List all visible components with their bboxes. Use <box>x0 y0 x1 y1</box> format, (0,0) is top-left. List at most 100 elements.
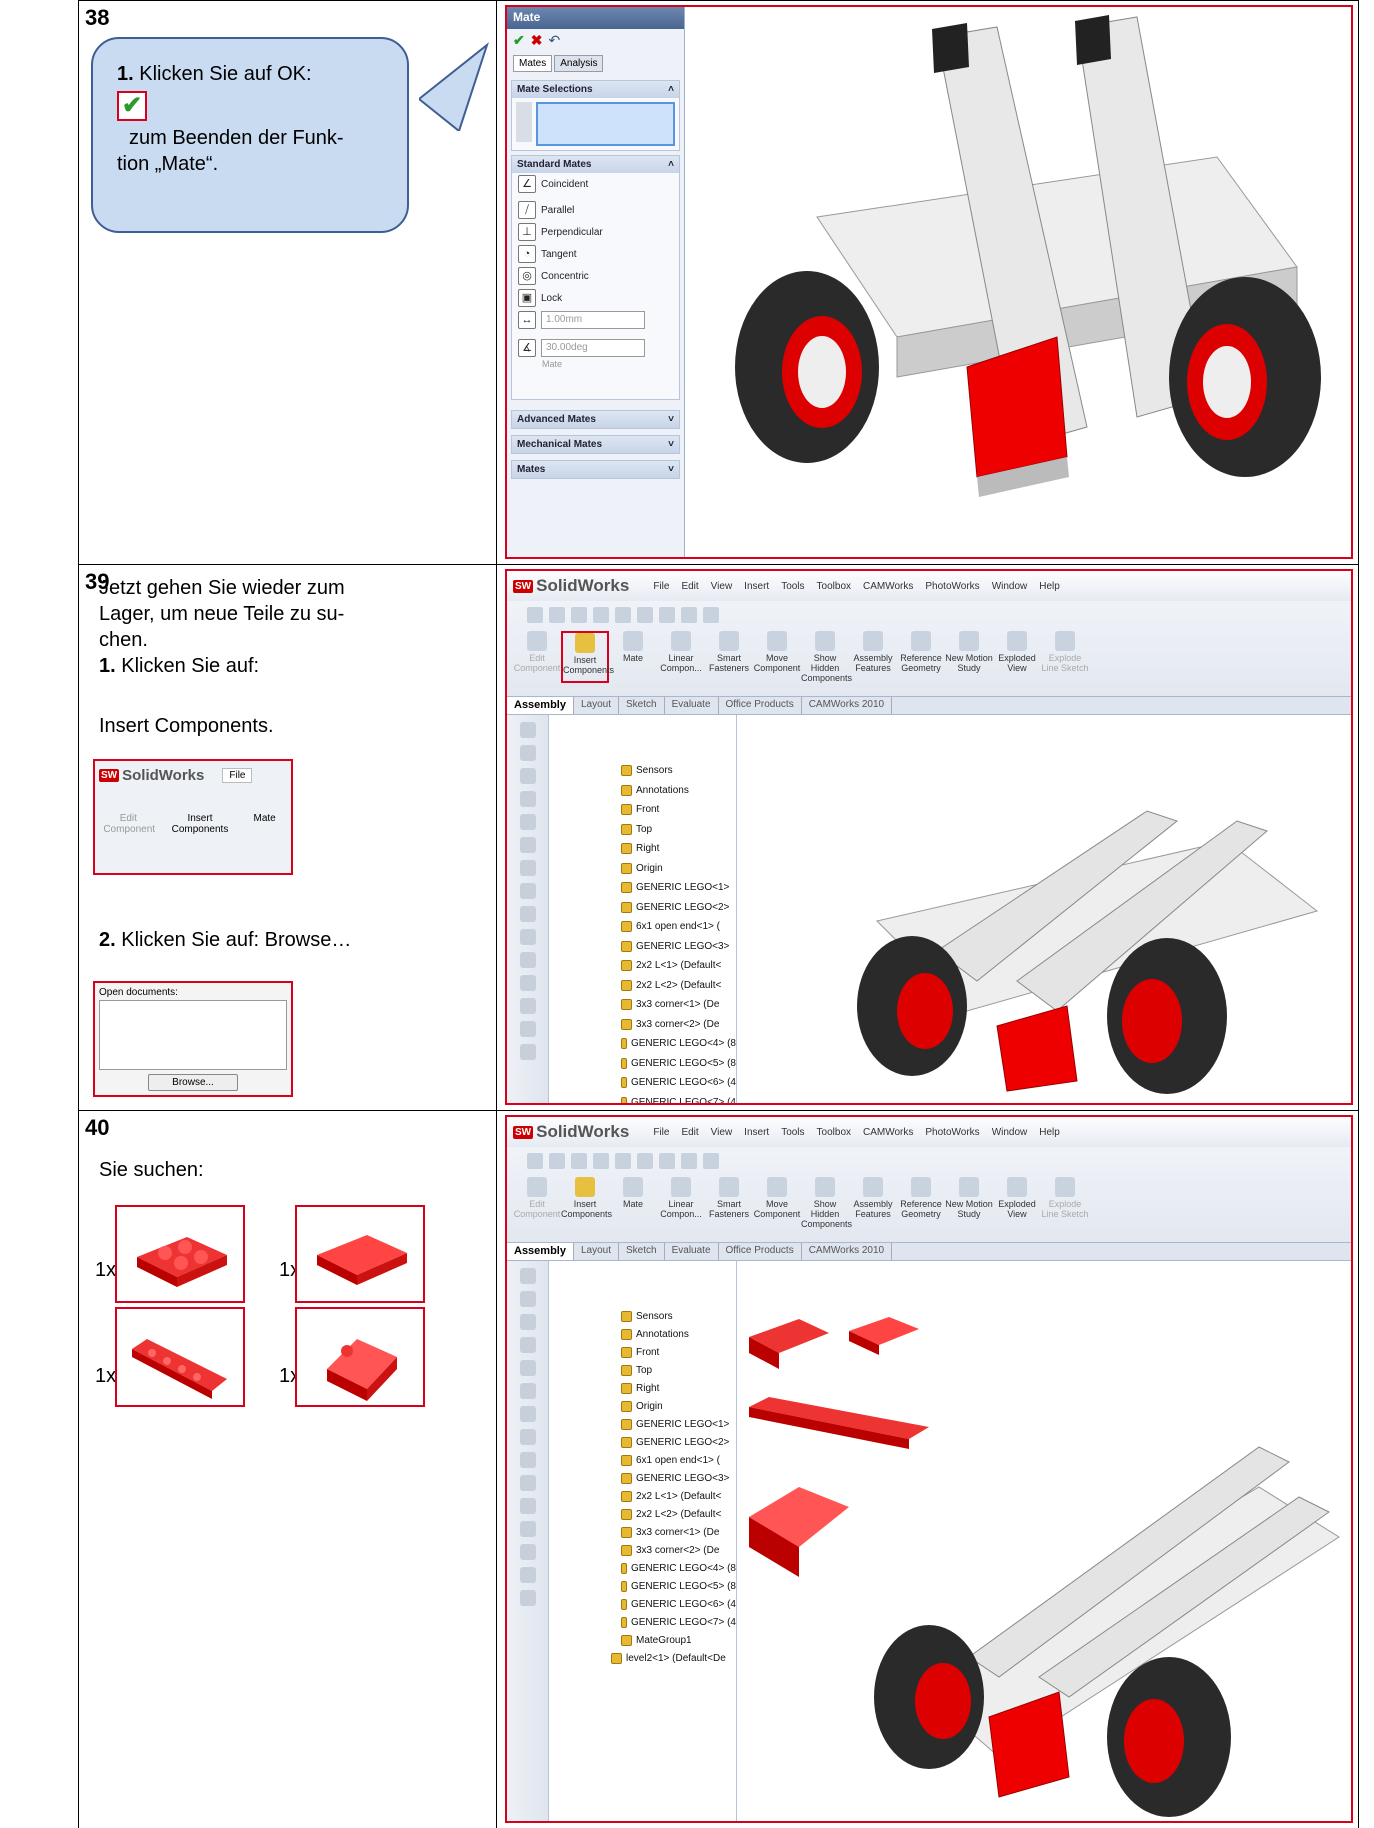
tree-item[interactable]: Front <box>555 1343 736 1361</box>
cmd-edit-component[interactable]: Edit Component <box>513 631 561 683</box>
tree-item[interactable]: GENERIC LEGO<4> (8 <box>555 1034 736 1054</box>
mate-tangent[interactable]: ◔ Tangent <box>512 243 679 265</box>
tree-item[interactable]: Right <box>555 839 736 859</box>
tab-layout[interactable]: Layout <box>574 1243 620 1260</box>
menu-toolbox[interactable]: Toolbox <box>817 581 851 592</box>
cmd-reference-geometry[interactable]: Reference Geometry <box>897 1177 945 1229</box>
cmd-explode-line-sketch[interactable]: Explode Line Sketch <box>1041 1177 1089 1229</box>
tree-item[interactable]: 2x2 L<1> (Default< <box>555 1487 736 1505</box>
menu-window[interactable]: Window <box>992 1127 1028 1138</box>
menu-toolbox[interactable]: Toolbox <box>817 1127 851 1138</box>
tab-assembly[interactable]: Assembly <box>507 697 574 714</box>
menu-file[interactable]: File <box>653 1127 669 1138</box>
tree-item[interactable]: 6x1 open end<1> ( <box>555 917 736 937</box>
mate-concentric[interactable]: ◎ Concentric <box>512 265 679 287</box>
tree-item[interactable]: 2x2 L<2> (Default< <box>555 976 736 996</box>
tree-item[interactable]: Right <box>555 1379 736 1397</box>
tree-item[interactable]: Sensors <box>555 1307 736 1325</box>
menu-tools[interactable]: Tools <box>781 1127 804 1138</box>
tab-analysis[interactable]: Analysis <box>554 55 604 72</box>
cmd-new-motion-study[interactable]: New Motion Study <box>945 1177 993 1229</box>
section-mechanical[interactable]: Mechanical Mates ˅ <box>511 435 680 454</box>
angle-field[interactable]: 30.00deg <box>541 339 645 357</box>
cmd-new-motion-study[interactable]: New Motion Study <box>945 631 993 683</box>
tree-item[interactable]: MateGroup1 <box>555 1631 736 1649</box>
menu-view[interactable]: View <box>711 1127 733 1138</box>
tree-item[interactable]: Top <box>555 1361 736 1379</box>
tree-item[interactable]: GENERIC LEGO<6> (4 <box>555 1073 736 1093</box>
tree-item[interactable]: Sensors <box>555 761 736 781</box>
cmd-show-hidden[interactable]: Show Hidden Components <box>801 631 852 683</box>
tab-mates[interactable]: Mates <box>513 55 553 72</box>
tree-item[interactable]: 3x3 corner<2> (De <box>555 1015 736 1035</box>
tab-evaluate[interactable]: Evaluate <box>665 1243 719 1260</box>
cmd-mate[interactable]: Mate <box>609 1177 657 1229</box>
menu-camworks[interactable]: CAMWorks <box>863 581 913 592</box>
tree-item[interactable]: GENERIC LEGO<2> <box>555 1433 736 1451</box>
tree-item[interactable]: 6x1 open end<1> ( <box>555 1451 736 1469</box>
cmd-edit-component[interactable]: Edit Component <box>513 1177 561 1229</box>
tree-item[interactable]: GENERIC LEGO<3> <box>555 937 736 957</box>
tree-item[interactable]: Front <box>555 800 736 820</box>
tree-item[interactable]: Top <box>555 820 736 840</box>
tab-office-products[interactable]: Office Products <box>719 697 802 714</box>
tab-camworks[interactable]: CAMWorks 2010 <box>802 697 893 714</box>
menu-camworks[interactable]: CAMWorks <box>863 1127 913 1138</box>
tree-item[interactable]: GENERIC LEGO<5> (8 <box>555 1577 736 1595</box>
cmd-exploded-view[interactable]: Exploded View <box>993 1177 1041 1229</box>
menu-view[interactable]: View <box>711 581 733 592</box>
tree-item[interactable]: 3x3 corner<1> (De <box>555 995 736 1015</box>
tree-item[interactable]: 3x3 corner<1> (De <box>555 1523 736 1541</box>
mate-lock[interactable]: ▣ Lock <box>512 287 679 309</box>
cmd-exploded-view[interactable]: Exploded View <box>993 631 1041 683</box>
cmd-explode-line-sketch[interactable]: Explode Line Sketch <box>1041 631 1089 683</box>
tree-item[interactable]: 2x2 L<1> (Default< <box>555 956 736 976</box>
menu-insert[interactable]: Insert <box>744 1127 769 1138</box>
tree-item[interactable]: level2<1> (Default<De <box>555 1649 736 1667</box>
tree-item[interactable]: GENERIC LEGO<6> (4 <box>555 1595 736 1613</box>
cmd-assembly-features[interactable]: Assembly Features <box>849 1177 897 1229</box>
tree-item[interactable]: GENERIC LEGO<1> <box>555 878 736 898</box>
menu-tools[interactable]: Tools <box>781 581 804 592</box>
cmd-linear-pattern[interactable]: Linear Compon... <box>657 631 705 683</box>
mate-parallel[interactable]: ⧸ Parallel <box>512 199 679 221</box>
distance-field[interactable]: 1.00mm <box>541 311 645 329</box>
menu-insert[interactable]: Insert <box>744 581 769 592</box>
cancel-icon[interactable]: ✖ <box>531 32 543 49</box>
tab-sketch[interactable]: Sketch <box>619 697 665 714</box>
tree-item[interactable]: GENERIC LEGO<5> (8 <box>555 1054 736 1074</box>
cmd-smart-fasteners[interactable]: Smart Fasteners <box>705 1177 753 1229</box>
cmd-reference-geometry[interactable]: Reference Geometry <box>897 631 945 683</box>
tree-item[interactable]: GENERIC LEGO<3> <box>555 1469 736 1487</box>
tree-item[interactable]: GENERIC LEGO<7> (4 <box>555 1613 736 1631</box>
menu-help[interactable]: Help <box>1039 581 1060 592</box>
menu-photoworks[interactable]: PhotoWorks <box>925 581 979 592</box>
tree-item[interactable]: Origin <box>555 859 736 879</box>
cmd-show-hidden[interactable]: Show Hidden Components <box>801 1177 852 1229</box>
cmd-mate[interactable]: Mate <box>609 631 657 683</box>
tree-item[interactable]: 2x2 L<2> (Default< <box>555 1505 736 1523</box>
tab-assembly[interactable]: Assembly <box>507 1243 574 1260</box>
section-advanced[interactable]: Advanced Mates ˅ <box>511 410 680 429</box>
tree-item[interactable]: GENERIC LEGO<4> (8 <box>555 1559 736 1577</box>
menu-edit[interactable]: Edit <box>681 1127 698 1138</box>
tree-item[interactable]: GENERIC LEGO<1> <box>555 1415 736 1433</box>
cmd-insert-components[interactable]: Insert Components <box>561 631 614 683</box>
menu-file[interactable]: File <box>653 581 669 592</box>
browse-button[interactable]: Browse... <box>148 1074 238 1091</box>
cmd-move-component[interactable]: Move Component <box>753 1177 801 1229</box>
tree-item[interactable]: 3x3 corner<2> (De <box>555 1541 736 1559</box>
menu-window[interactable]: Window <box>992 581 1028 592</box>
mate-selection-box[interactable] <box>536 102 675 146</box>
undo-icon[interactable]: ↶ <box>548 32 560 49</box>
mate-perpendicular[interactable]: ⊥ Perpendicular <box>512 221 679 243</box>
menu-help[interactable]: Help <box>1039 1127 1060 1138</box>
section-mates[interactable]: Mates ˅ <box>511 460 680 479</box>
cmd-assembly-features[interactable]: Assembly Features <box>849 631 897 683</box>
cmd-linear-pattern[interactable]: Linear Compon... <box>657 1177 705 1229</box>
tree-item[interactable]: Annotations <box>555 781 736 801</box>
tree-item[interactable]: GENERIC LEGO<7> (4 <box>555 1093 736 1103</box>
ok-icon[interactable]: ✔ <box>513 32 525 49</box>
tree-item[interactable]: Annotations <box>555 1325 736 1343</box>
menu-photoworks[interactable]: PhotoWorks <box>925 1127 979 1138</box>
